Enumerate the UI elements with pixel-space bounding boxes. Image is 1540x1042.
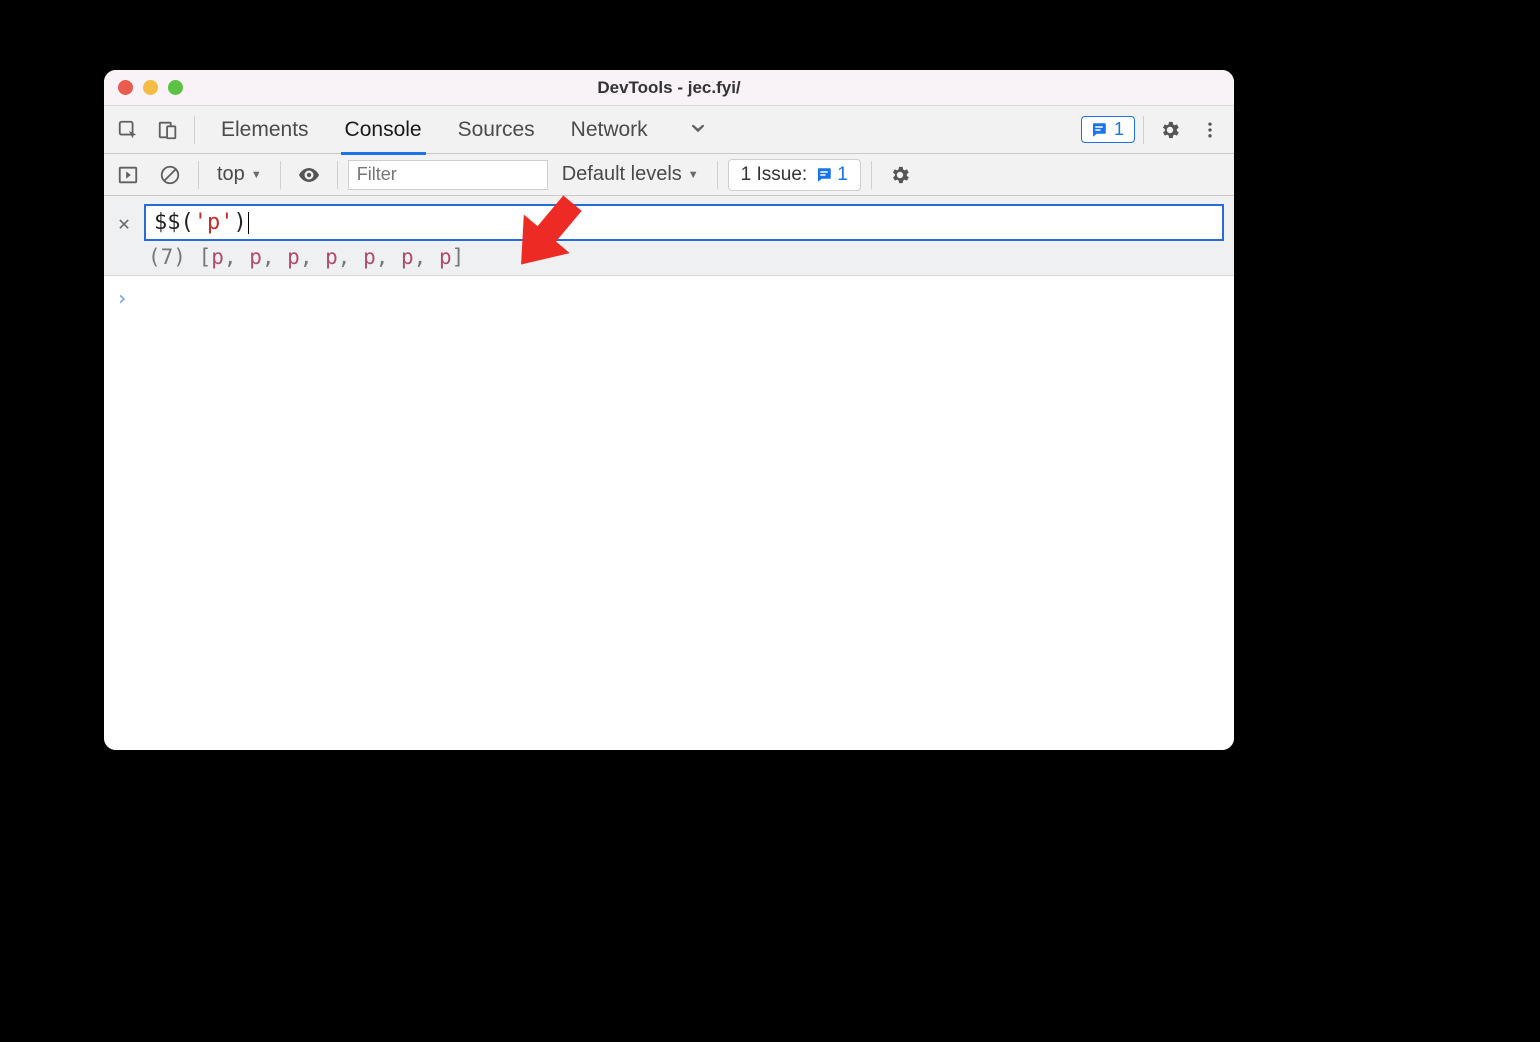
result-close: ] [452,245,465,269]
tab-network[interactable]: Network [567,106,652,154]
window-controls [104,80,183,95]
feedback-button[interactable]: 1 [1081,116,1135,143]
context-selector[interactable]: top ▼ [209,159,270,191]
close-icon[interactable]: ✕ [114,211,134,235]
console-toolbar: top ▼ Default levels ▼ 1 Issue: [104,154,1234,196]
issues-label: 1 Issue: [741,164,808,186]
expr-close-paren: ) [234,210,247,235]
log-levels-selector[interactable]: Default levels ▼ [554,163,707,186]
result-element[interactable]: p [249,245,262,269]
result-open: [ [199,245,212,269]
toggle-sidebar-icon[interactable] [110,157,146,193]
separator [871,161,872,189]
separator [337,161,338,189]
result-separator: , [262,245,287,269]
tab-elements[interactable]: Elements [217,106,313,154]
separator [194,116,195,144]
separator [280,161,281,189]
result-element[interactable]: p [363,245,376,269]
main-toolbar: Elements Console Sources Network 1 [104,106,1234,154]
result-element[interactable]: p [439,245,452,269]
settings-icon[interactable] [1152,112,1188,148]
filter-input[interactable] [348,160,548,190]
live-expression-input[interactable]: $$('p') [144,204,1224,241]
result-separator: , [414,245,439,269]
result-element[interactable]: p [211,245,224,269]
dropdown-caret-icon: ▼ [688,169,699,181]
clear-console-icon[interactable] [152,157,188,193]
separator [198,161,199,189]
expr-function: $$ [154,210,181,235]
expr-string: 'p' [194,210,234,235]
tab-console[interactable]: Console [341,106,426,154]
panel-tabs: Elements Console Sources Network [217,106,716,154]
titlebar: DevTools - jec.fyi/ [104,70,1234,106]
result-separator: , [224,245,249,269]
text-cursor [248,212,249,234]
zoom-window-button[interactable] [168,80,183,95]
result-separator: , [376,245,401,269]
issues-button[interactable]: 1 Issue: 1 [728,159,861,191]
message-icon [1090,121,1108,139]
device-toolbar-icon[interactable] [150,112,186,148]
window-title: DevTools - jec.fyi/ [104,78,1234,98]
live-expression-result[interactable]: (7) [p, p, p, p, p, p, p] [148,245,1224,269]
result-separator: , [338,245,363,269]
tab-sources[interactable]: Sources [454,106,539,154]
expr-open-paren: ( [181,210,194,235]
context-label: top [217,163,245,186]
console-settings-icon[interactable] [882,157,918,193]
minimize-window-button[interactable] [143,80,158,95]
inspect-element-icon[interactable] [110,112,146,148]
result-separator: , [300,245,325,269]
separator [717,161,718,189]
prompt-chevron-icon: › [116,286,128,310]
dropdown-caret-icon: ▼ [251,169,262,181]
console-body: ✕ $$('p') (7) [p, p, p, p, p, p, p] › [104,196,1234,750]
result-element[interactable]: p [325,245,338,269]
result-element[interactable]: p [401,245,414,269]
separator [1143,116,1144,144]
message-icon [815,166,833,184]
close-window-button[interactable] [118,80,133,95]
issues-count: 1 [837,164,848,186]
more-tabs-icon[interactable] [680,112,716,148]
console-prompt[interactable]: › [104,276,1234,320]
levels-label: Default levels [562,163,682,186]
live-expression-eye-icon[interactable] [291,157,327,193]
devtools-window: DevTools - jec.fyi/ Elements Console Sou… [104,70,1234,750]
live-expression-row: ✕ $$('p') (7) [p, p, p, p, p, p, p] [104,196,1234,276]
feedback-count: 1 [1114,119,1124,140]
result-count: (7) [148,245,186,269]
kebab-menu-icon[interactable] [1192,112,1228,148]
result-element[interactable]: p [287,245,300,269]
